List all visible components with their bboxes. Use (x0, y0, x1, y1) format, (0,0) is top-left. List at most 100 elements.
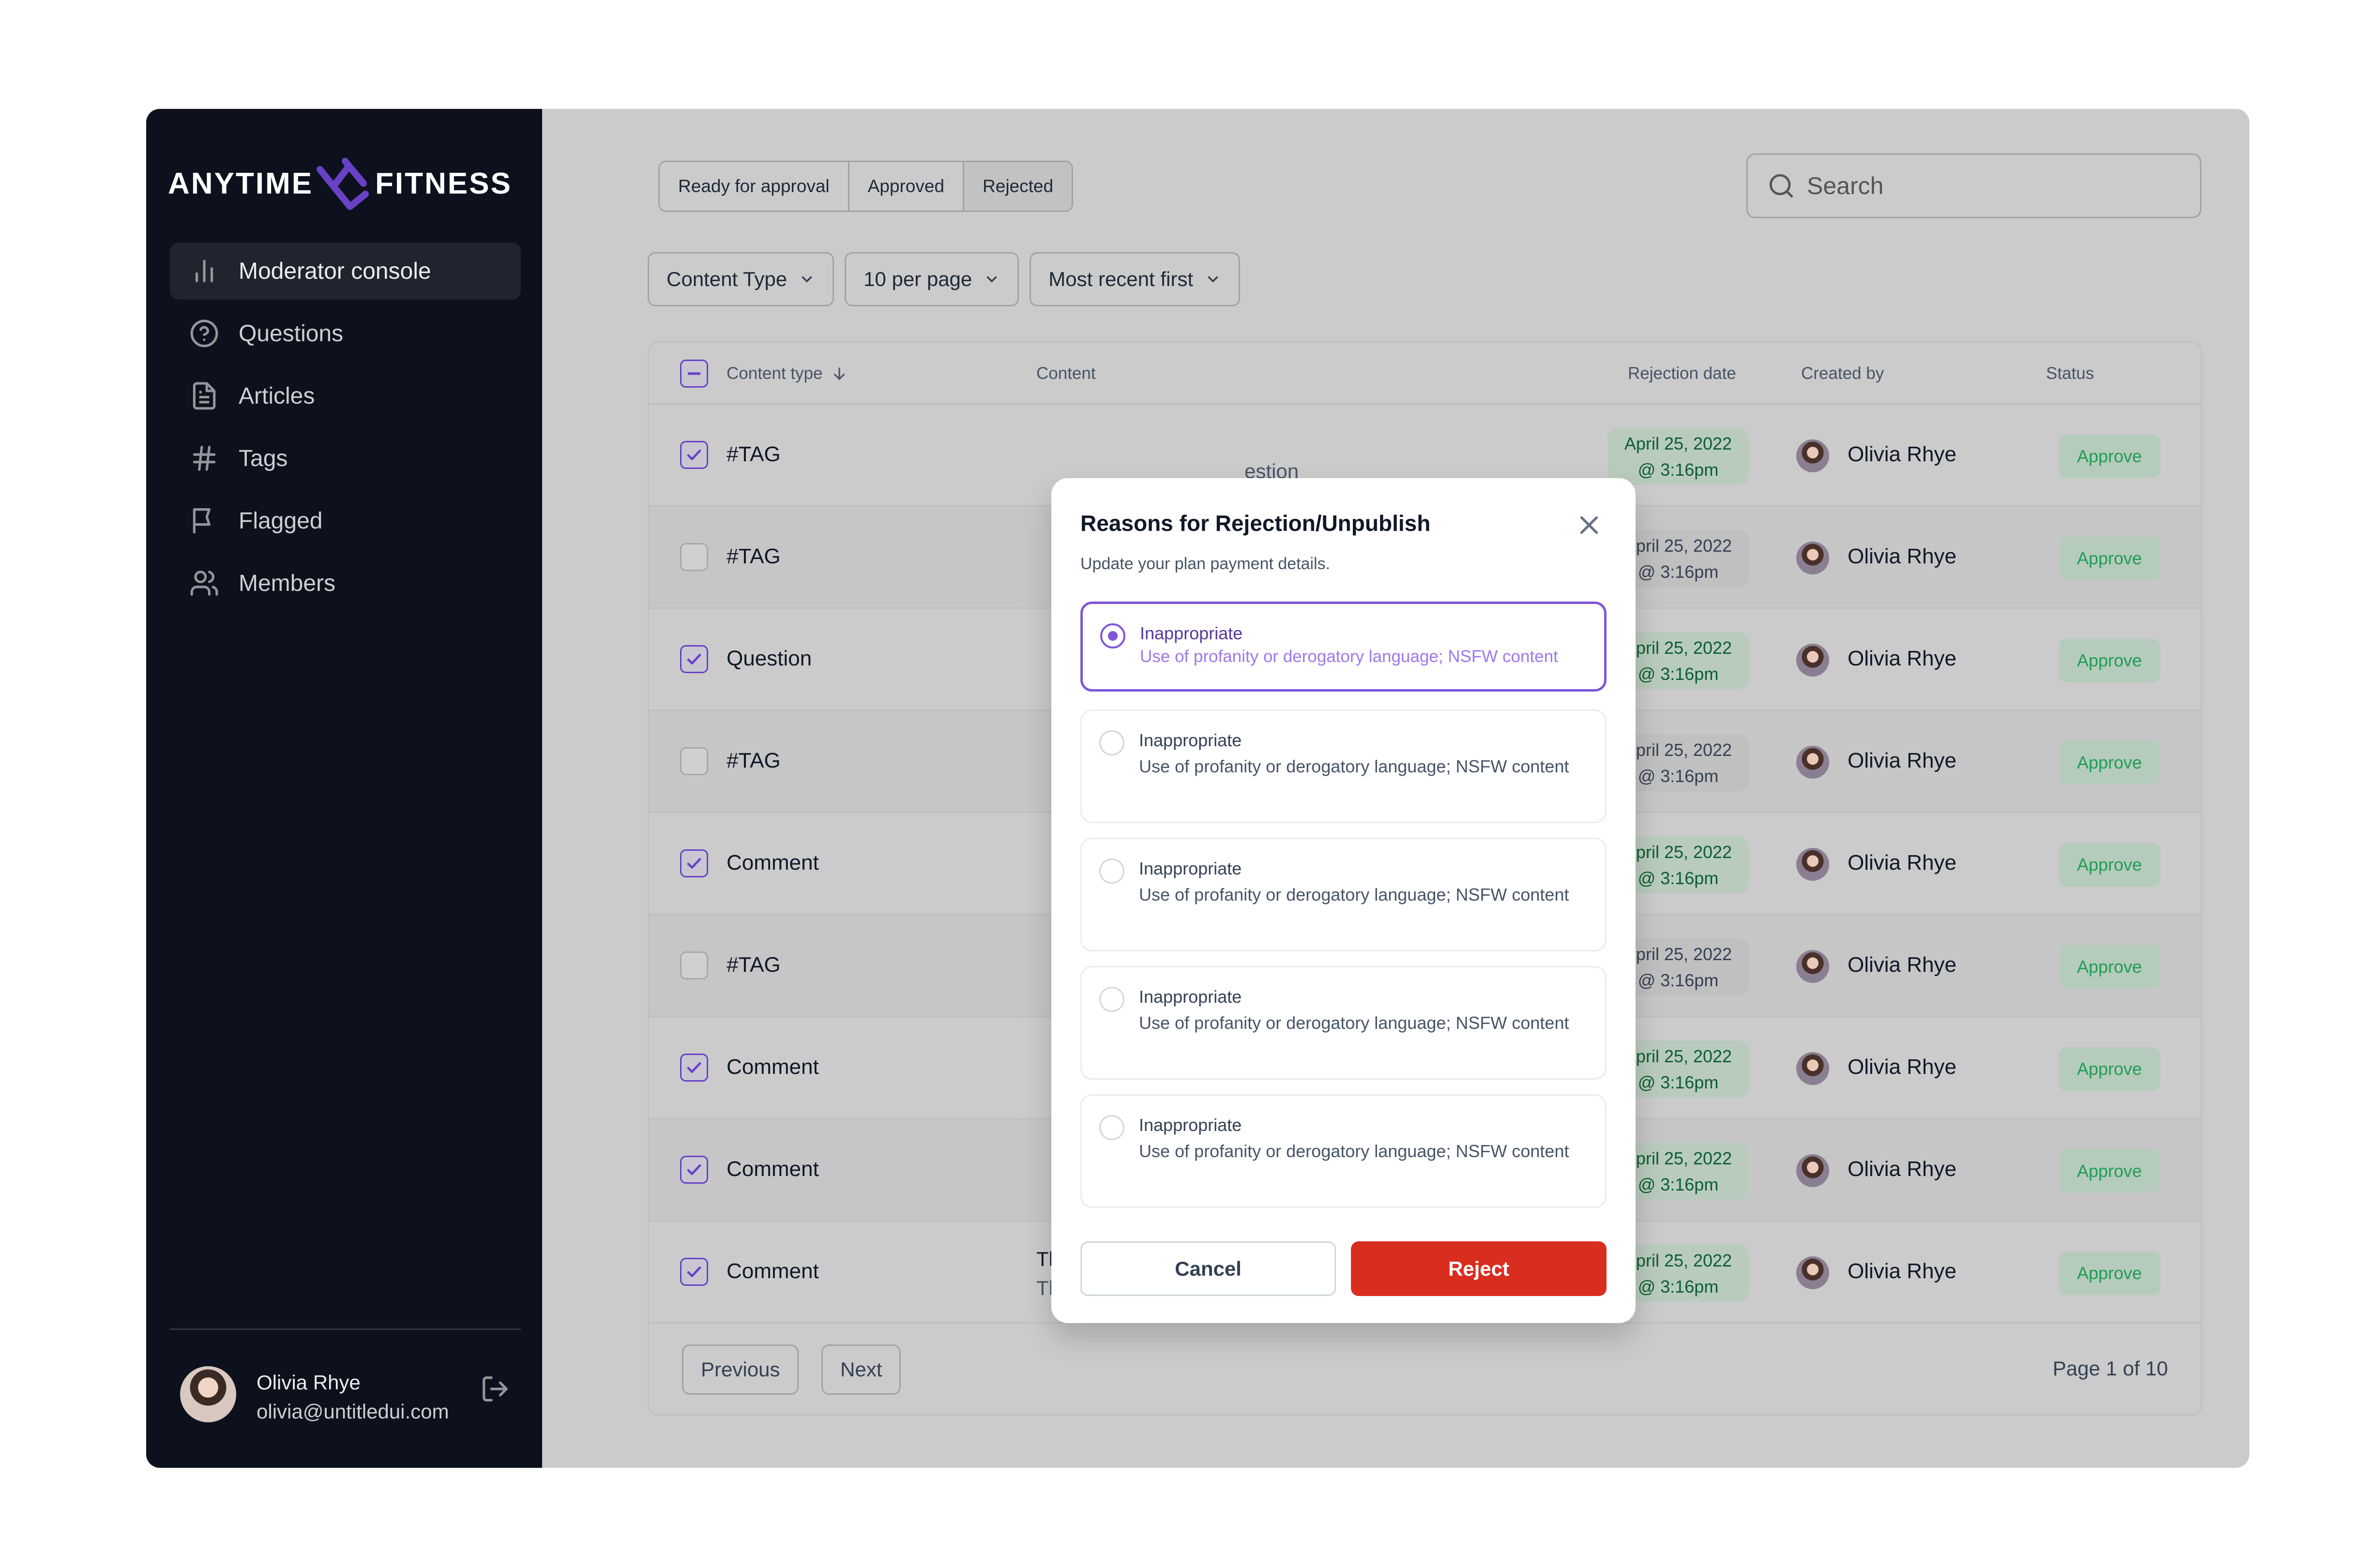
sidebar-divider (170, 1328, 521, 1330)
arrow-down-icon (834, 367, 845, 380)
sidebar-nav: Moderator console Questions Articles Tag… (170, 242, 521, 617)
avatar[interactable] (180, 1366, 236, 1422)
content-type-cell: Comment (727, 1055, 819, 1079)
radio-button[interactable] (1100, 623, 1125, 648)
hash-icon (189, 443, 219, 473)
approve-button[interactable]: Approve (2059, 435, 2160, 478)
reason-description: Use of profanity or derogatory language;… (1139, 756, 1569, 776)
cancel-button[interactable]: Cancel (1080, 1241, 1336, 1296)
avatar (1796, 1256, 1829, 1289)
sidebar-item-articles[interactable]: Articles (170, 367, 521, 424)
creator-name: Olivia Rhye (1848, 647, 1956, 670)
sidebar-item-moderator-console[interactable]: Moderator console (170, 242, 521, 300)
close-icon[interactable] (1574, 510, 1604, 540)
rejection-modal: Reasons for Rejection/Unpublish Update y… (1051, 478, 1636, 1323)
user-email: olivia@untitledui.com (257, 1400, 449, 1423)
approve-button[interactable]: Approve (2059, 639, 2160, 682)
content-type-cell: #TAG (727, 544, 781, 568)
minus-icon (687, 372, 701, 375)
row-checkbox[interactable] (680, 1156, 708, 1184)
content-type-cell: #TAG (727, 749, 781, 772)
approve-button[interactable]: Approve (2059, 537, 2160, 580)
sidebar-item-label: Questions (239, 320, 344, 347)
sidebar: ANYTIME FITNESS Moderator console Questi… (146, 109, 542, 1468)
approve-button[interactable]: Approve (2059, 945, 2160, 989)
creator-name: Olivia Rhye (1848, 544, 1956, 568)
reason-title: Inappropriate (1139, 859, 1242, 878)
previous-button[interactable]: Previous (682, 1344, 799, 1395)
check-icon (687, 1266, 701, 1278)
check-icon (687, 1062, 701, 1073)
sidebar-item-tags[interactable]: Tags (170, 430, 521, 487)
reason-option[interactable]: Inappropriate Use of profanity or deroga… (1080, 1094, 1607, 1208)
row-checkbox[interactable] (680, 543, 708, 571)
content-type-dropdown[interactable]: Content Type (648, 252, 834, 306)
sidebar-item-label: Flagged (239, 508, 323, 534)
select-all-checkbox[interactable] (680, 360, 708, 388)
search-icon (1769, 174, 1793, 198)
column-header-content: Content (1036, 364, 1096, 383)
reason-option[interactable]: Inappropriate Use of profanity or deroga… (1080, 602, 1607, 692)
sidebar-item-label: Moderator console (239, 258, 431, 284)
chevron-down-icon (987, 276, 997, 283)
app-window: ANYTIME FITNESS Moderator console Questi… (146, 109, 2249, 1468)
approve-button[interactable]: Approve (2059, 741, 2160, 784)
sort-order-dropdown[interactable]: Most recent first (1030, 252, 1241, 306)
dropdown-label: Content Type (667, 268, 788, 290)
sidebar-item-label: Articles (239, 383, 315, 409)
radio-button[interactable] (1099, 730, 1124, 755)
avatar (1796, 439, 1829, 472)
reason-option[interactable]: Inappropriate Use of profanity or deroga… (1080, 709, 1607, 823)
creator-name: Olivia Rhye (1848, 851, 1956, 874)
content-type-cell: Comment (727, 1157, 819, 1181)
content-type-cell: #TAG (727, 953, 781, 977)
radio-button[interactable] (1099, 1115, 1124, 1140)
row-checkbox[interactable] (680, 441, 708, 469)
row-checkbox[interactable] (680, 747, 708, 775)
creator-name: Olivia Rhye (1848, 1055, 1956, 1079)
row-checkbox[interactable] (680, 645, 708, 673)
avatar (1796, 644, 1829, 677)
brand-logo[interactable]: ANYTIME FITNESS (168, 152, 526, 215)
check-icon (687, 449, 701, 461)
avatar (1796, 746, 1829, 779)
column-header-rejection-date: Rejection date (1628, 364, 1736, 383)
sidebar-item-members[interactable]: Members (170, 555, 521, 612)
row-checkbox[interactable] (680, 951, 708, 980)
approve-button[interactable]: Approve (2059, 1047, 2160, 1091)
approve-button[interactable]: Approve (2059, 1149, 2160, 1193)
creator-name: Olivia Rhye (1848, 953, 1956, 977)
row-checkbox[interactable] (680, 849, 708, 877)
search-input[interactable]: Search (1746, 153, 2201, 218)
reject-button[interactable]: Reject (1351, 1241, 1607, 1296)
radio-button[interactable] (1099, 987, 1124, 1012)
next-button[interactable]: Next (821, 1344, 901, 1395)
row-checkbox[interactable] (680, 1054, 708, 1082)
radio-button[interactable] (1099, 859, 1124, 884)
sidebar-item-flagged[interactable]: Flagged (170, 492, 521, 549)
check-icon (687, 858, 701, 869)
reason-title: Inappropriate (1139, 730, 1242, 750)
tab-rejected[interactable]: Rejected (964, 162, 1072, 211)
logout-icon[interactable] (480, 1374, 510, 1404)
tab-approved[interactable]: Approved (849, 162, 965, 211)
column-header-content-type[interactable]: Content type (727, 343, 849, 405)
approve-button[interactable]: Approve (2059, 843, 2160, 887)
modal-title: Reasons for Rejection/Unpublish (1080, 511, 1431, 536)
creator-name: Olivia Rhye (1848, 749, 1956, 772)
reason-title: Inappropriate (1140, 623, 1243, 643)
current-user: Olivia Rhye olivia@untitledui.com (180, 1362, 519, 1425)
reason-option[interactable]: Inappropriate Use of profanity or deroga… (1080, 838, 1607, 951)
users-icon (189, 568, 219, 598)
sidebar-item-label: Tags (239, 445, 288, 471)
per-page-dropdown[interactable]: 10 per page (845, 252, 1019, 306)
reason-description: Use of profanity or derogatory language;… (1139, 885, 1569, 905)
tab-ready-for-approval[interactable]: Ready for approval (660, 162, 849, 211)
chevron-down-icon (1208, 276, 1218, 283)
reason-option[interactable]: Inappropriate Use of profanity or deroga… (1080, 966, 1607, 1080)
logo-text-right: FITNESS (375, 167, 512, 200)
row-checkbox[interactable] (680, 1258, 708, 1286)
dropdown-label: Most recent first (1048, 268, 1194, 290)
sidebar-item-questions[interactable]: Questions (170, 305, 521, 362)
approve-button[interactable]: Approve (2059, 1251, 2160, 1295)
